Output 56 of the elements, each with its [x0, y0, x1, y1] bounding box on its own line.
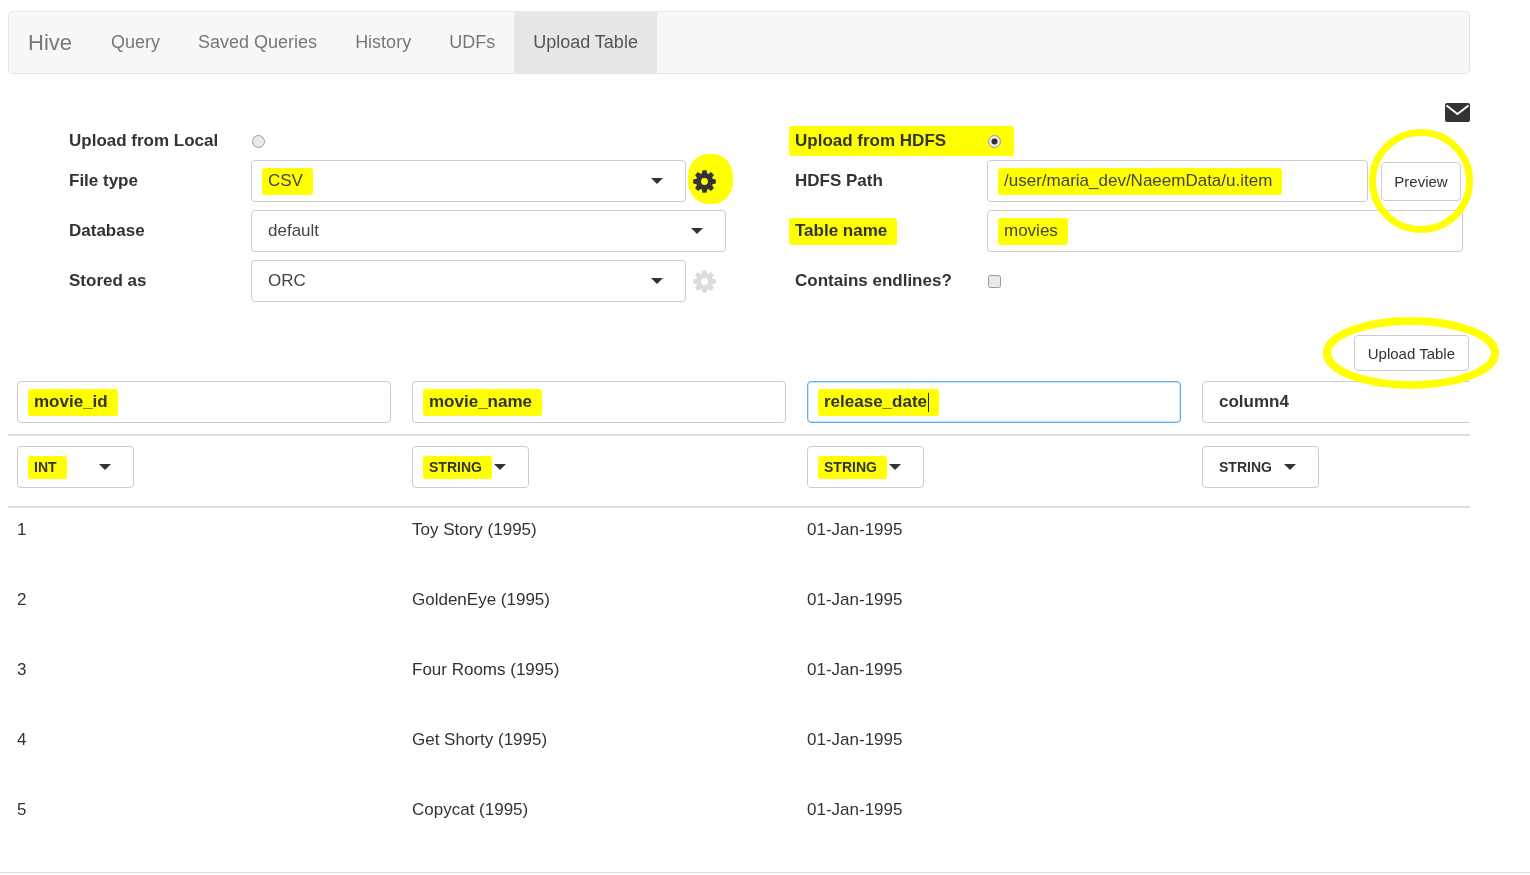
caret-icon — [494, 464, 506, 470]
table-cell: 01-Jan-1995 — [807, 520, 903, 539]
table-cell: Copycat (1995) — [412, 800, 529, 819]
table-cell: Four Rooms (1995) — [412, 660, 560, 679]
option-label: Upload from Local — [69, 131, 219, 151]
mail-icon[interactable] — [1445, 103, 1470, 122]
nav-tab[interactable]: Saved Queries — [179, 12, 337, 73]
table-cell: GoldenEye (1995) — [412, 590, 550, 609]
option-label: Upload from HDFS — [795, 131, 947, 151]
field-label: Stored as — [69, 271, 147, 291]
settings-icon[interactable] — [693, 169, 716, 193]
text-field[interactable]: movies — [987, 210, 1463, 252]
upload-table-button[interactable]: Upload Table — [1353, 335, 1469, 371]
field-label: HDFS Path — [795, 171, 883, 191]
caret-icon — [651, 178, 663, 184]
field-label: Contains endlines? — [795, 271, 952, 291]
table-cell: 01-Jan-1995 — [807, 590, 903, 609]
caret-icon — [691, 228, 703, 234]
caret-icon — [889, 464, 901, 470]
dropdown-select[interactable]: ORC — [251, 260, 686, 302]
table-cell: 01-Jan-1995 — [807, 800, 903, 819]
column-name-field[interactable]: release_date — [807, 381, 1181, 423]
table-cell: 2 — [17, 590, 27, 609]
nav-tab[interactable]: UDFs — [430, 12, 515, 73]
field-label: Table name — [795, 221, 888, 241]
table-cell: Toy Story (1995) — [412, 520, 537, 539]
preview-button[interactable]: Preview — [1381, 161, 1461, 201]
nav-tab[interactable]: Query — [92, 12, 180, 73]
dropdown-select[interactable]: default — [251, 210, 726, 252]
type-dropdown[interactable]: STRING — [412, 446, 529, 488]
nav-tab[interactable]: Upload Table — [514, 12, 657, 73]
dropdown-select[interactable]: CSV — [251, 160, 686, 202]
column-name-field[interactable]: movie_id — [17, 381, 391, 423]
table-cell: 1 — [17, 520, 27, 539]
text-cursor — [928, 392, 930, 412]
type-dropdown[interactable]: INT — [17, 446, 134, 488]
brand-link[interactable]: Hive — [9, 12, 92, 73]
field-label: File type — [69, 171, 138, 191]
nav-tab[interactable]: History — [336, 12, 431, 73]
table-cell: 01-Jan-1995 — [807, 730, 903, 749]
type-dropdown[interactable]: STRING — [807, 446, 924, 488]
table-cell: 01-Jan-1995 — [807, 660, 903, 679]
radio-button[interactable] — [252, 134, 265, 148]
caret-icon — [99, 464, 111, 470]
column-name-field[interactable]: movie_name — [412, 381, 786, 423]
text-field[interactable]: /user/maria_dev/NaeemData/u.item — [987, 160, 1368, 202]
field-label: Database — [69, 221, 145, 241]
caret-icon — [1284, 464, 1296, 470]
column-name-field[interactable]: column4 — [1202, 381, 1470, 423]
table-cell: 4 — [17, 730, 27, 749]
checkbox[interactable] — [988, 274, 1001, 288]
table-cell: Get Shorty (1995) — [412, 730, 548, 749]
table-cell: 5 — [17, 800, 27, 819]
type-dropdown[interactable]: STRING — [1202, 446, 1319, 488]
caret-icon — [651, 278, 663, 284]
table-cell: 3 — [17, 660, 27, 679]
